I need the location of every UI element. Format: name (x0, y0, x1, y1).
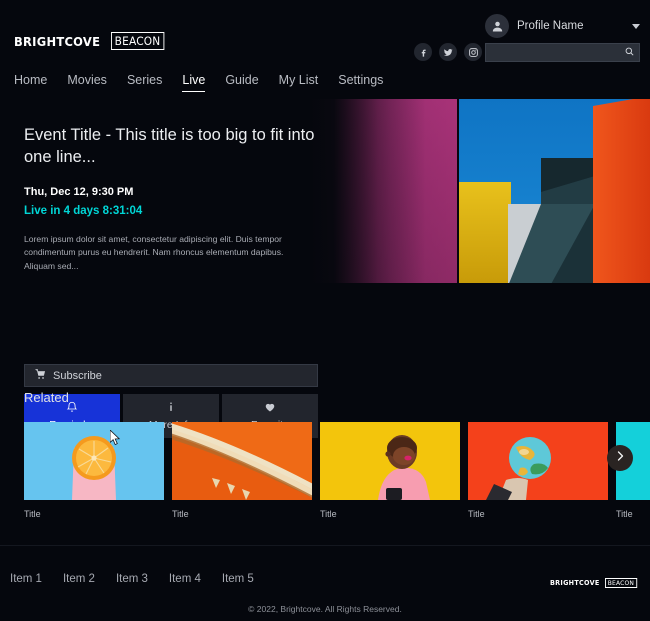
related-thumbnail (468, 422, 608, 500)
app-page: BRIGHTCOVE BEACON Profile Name (0, 0, 650, 621)
search-box[interactable] (485, 43, 640, 62)
related-card[interactable]: Title (24, 422, 164, 519)
related-heading: Related (24, 390, 650, 405)
twitter-icon[interactable] (439, 43, 457, 61)
related-card[interactable]: Title (468, 422, 608, 519)
hero-content: Event Title - This title is too big to f… (24, 124, 324, 274)
profile-name-label: Profile Name (517, 20, 624, 32)
search-icon[interactable] (624, 44, 635, 62)
main-nav: Home Movies Series Live Guide My List Se… (14, 73, 383, 92)
footer-links: Item 1 Item 2 Item 3 Item 4 Item 5 (10, 573, 254, 585)
brand-logo-word: BRIGHTCOVE (14, 34, 100, 49)
related-thumbnail (172, 422, 312, 500)
related-track: Title (0, 422, 650, 519)
footer-link-item-2[interactable]: Item 2 (63, 573, 95, 585)
nav-item-live[interactable]: Live (182, 73, 205, 92)
hero-image (310, 96, 650, 286)
profile-menu[interactable]: Profile Name (485, 14, 640, 38)
social-links (414, 43, 482, 61)
subscribe-label: Subscribe (53, 370, 102, 382)
nav-item-settings[interactable]: Settings (338, 73, 383, 92)
related-card-title: Title (320, 509, 460, 519)
instagram-icon[interactable] (464, 43, 482, 61)
hero-gradient-overlay (310, 96, 650, 286)
hero-date: Thu, Dec 12, 9:30 PM (24, 186, 324, 198)
copyright-text: © 2022, Brightcove. All Rights Reserved. (0, 604, 650, 614)
related-thumbnail (320, 422, 460, 500)
brand-logo[interactable]: BRIGHTCOVE BEACON (14, 32, 168, 50)
footer-link-item-4[interactable]: Item 4 (169, 573, 201, 585)
site-header: BRIGHTCOVE BEACON Profile Name (0, 0, 650, 96)
brand-logo-box: BEACON (111, 32, 164, 50)
hero-section: Event Title - This title is too big to f… (0, 96, 650, 381)
mouse-cursor-icon (110, 430, 122, 451)
footer-logo-box: BEACON (605, 578, 637, 588)
related-thumbnail (24, 422, 164, 500)
chevron-down-icon (632, 24, 640, 29)
footer-link-item-5[interactable]: Item 5 (222, 573, 254, 585)
hero-title: Event Title - This title is too big to f… (24, 124, 324, 169)
related-card-title: Title (616, 509, 650, 519)
related-card-title: Title (24, 509, 164, 519)
carousel-next-button[interactable] (607, 445, 633, 471)
cart-icon (35, 369, 46, 383)
related-rail: Title (0, 422, 650, 530)
footer-logo-word: BRIGHTCOVE (550, 579, 600, 587)
site-footer: Item 1 Item 2 Item 3 Item 4 Item 5 BRIGH… (0, 545, 650, 621)
nav-item-guide[interactable]: Guide (225, 73, 258, 92)
nav-item-my-list[interactable]: My List (279, 73, 319, 92)
related-card-title: Title (468, 509, 608, 519)
subscribe-button[interactable]: Subscribe (24, 364, 318, 387)
chevron-right-icon (614, 449, 626, 467)
nav-item-movies[interactable]: Movies (67, 73, 107, 92)
footer-link-item-3[interactable]: Item 3 (116, 573, 148, 585)
footer-brand-logo: BRIGHTCOVE BEACON (550, 578, 640, 588)
related-card-title: Title (172, 509, 312, 519)
nav-item-home[interactable]: Home (14, 73, 47, 92)
user-avatar-icon (485, 14, 509, 38)
hero-description: Lorem ipsum dolor sit amet, consectetur … (24, 233, 316, 275)
hero-countdown: Live in 4 days 8:31:04 (24, 205, 324, 217)
search-input[interactable] (492, 47, 624, 58)
related-card[interactable]: Title (320, 422, 460, 519)
footer-link-item-1[interactable]: Item 1 (10, 573, 42, 585)
related-section: Related (0, 390, 650, 530)
nav-item-series[interactable]: Series (127, 73, 162, 92)
facebook-icon[interactable] (414, 43, 432, 61)
related-card[interactable]: Title (172, 422, 312, 519)
